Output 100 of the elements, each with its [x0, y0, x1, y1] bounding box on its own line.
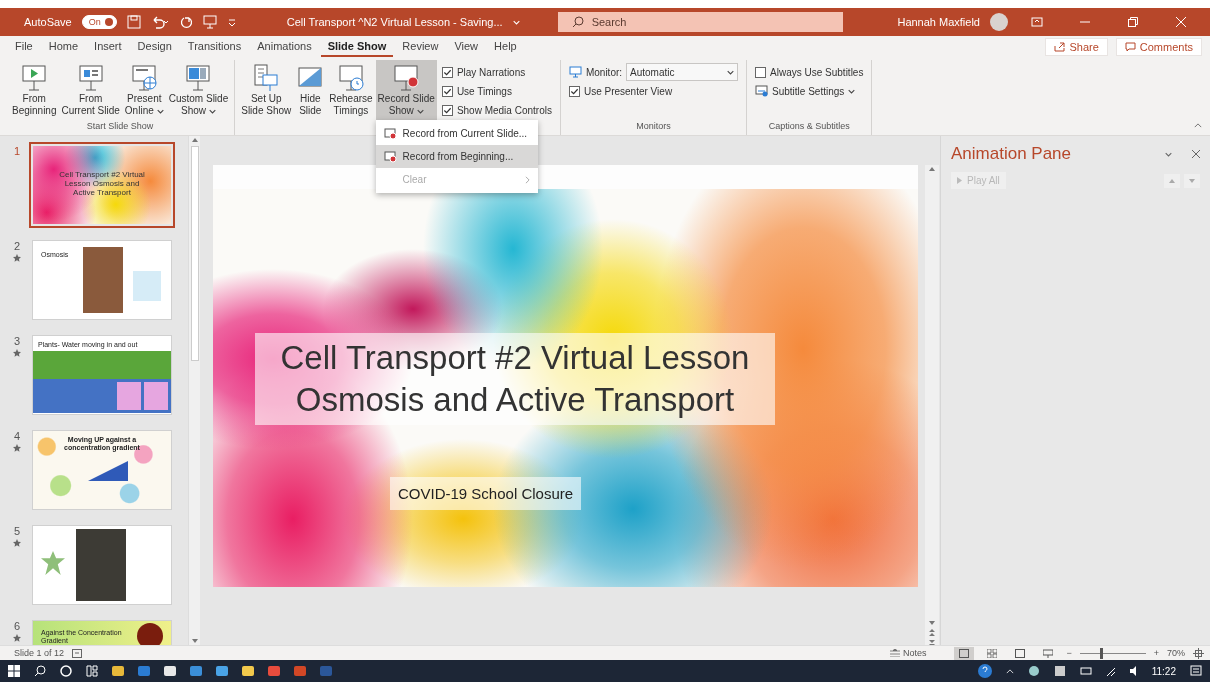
view-icon	[987, 648, 998, 658]
checkbox[interactable]: Use Timings	[441, 83, 552, 99]
monitor-icon	[568, 66, 582, 78]
slide-title: Cell Transport #2 Virtual Lesson	[280, 338, 750, 378]
notes-icon	[889, 649, 900, 657]
move-up-button[interactable]	[1164, 173, 1180, 188]
speaker-icon	[1129, 665, 1138, 677]
notes-button[interactable]: Notes	[889, 648, 927, 658]
redo-icon	[178, 15, 193, 29]
search-icon	[571, 16, 584, 28]
close-icon	[1176, 17, 1186, 27]
tray-app-icon	[1053, 665, 1066, 677]
checkbox[interactable]: Always Use Subtitles	[755, 64, 864, 80]
ribbon-button[interactable]: Record Slide Show	[375, 60, 437, 120]
caret-icon	[512, 19, 520, 25]
comments-button[interactable]: Comments	[1115, 38, 1202, 56]
move-down-button[interactable]	[1184, 173, 1200, 188]
slide-number: 1	[13, 145, 21, 157]
app-icon	[268, 665, 280, 677]
slide-number: 4	[13, 430, 21, 442]
checkbox[interactable]: Play Narrations	[441, 64, 552, 80]
document-title: Cell Transport ^N2 Virtual Lesson - Saving...	[286, 16, 503, 28]
search-field[interactable]: Search	[557, 12, 843, 32]
autosave-toggle[interactable]: On	[81, 15, 117, 29]
avatar[interactable]	[990, 13, 1008, 31]
ribbon-tab[interactable]: Home	[41, 37, 86, 57]
ribbon-button[interactable]: From Beginning	[10, 60, 59, 120]
help-icon	[977, 664, 992, 678]
ribbon-tab[interactable]: File	[8, 37, 40, 57]
slide-title: Osmosis and Active Transport	[295, 380, 735, 420]
ribbon-button[interactable]: Hide Slide	[294, 60, 327, 120]
share-icon	[1054, 42, 1066, 52]
ribbon-tab[interactable]: Help	[487, 37, 524, 57]
share-button[interactable]: Share	[1045, 38, 1108, 56]
view-icon	[1043, 648, 1054, 658]
ribbon-button[interactable]: Custom Slide Show	[166, 60, 231, 120]
ribbon-button[interactable]: From Current Slide	[59, 60, 122, 120]
ribbon-tab[interactable]: Insert	[87, 37, 129, 57]
menu-item[interactable]: Record from Beginning...	[375, 145, 538, 168]
play-icon	[957, 177, 962, 184]
screen-globe-icon	[130, 63, 159, 93]
slide-subtitle: COVID-19 School Closure	[390, 477, 582, 510]
caret-up-icon	[1005, 668, 1014, 674]
previous-slide-icon	[929, 629, 935, 636]
scroll-down-icon	[929, 621, 935, 625]
scrollbar[interactable]	[188, 136, 200, 645]
slider-thumb[interactable]	[1099, 647, 1103, 659]
triangle-up-icon	[1169, 178, 1175, 183]
start-icon	[8, 665, 20, 677]
close-icon	[1192, 150, 1200, 158]
comment-icon	[1124, 42, 1136, 52]
ribbon-tab[interactable]: Transitions	[180, 37, 249, 57]
slide-thumbnail[interactable]: Cell Transport #2 Virtual Lesson Osmosis and Active Transport	[29, 142, 175, 228]
record-slide-icon	[383, 127, 397, 140]
ribbon-tab[interactable]: Design	[130, 37, 179, 57]
ribbon-tab[interactable]: Review	[395, 37, 446, 57]
autosave-label: AutoSave	[24, 16, 72, 28]
monitor-select[interactable]: Automatic	[626, 63, 739, 81]
fit-slide-icon	[1193, 647, 1204, 659]
ribbon-tab[interactable]: Animations	[250, 37, 319, 57]
restore-icon	[1128, 17, 1138, 27]
zoom-out-button[interactable]: −	[1066, 648, 1072, 658]
view-button[interactable]	[954, 646, 975, 660]
view-icon	[959, 648, 970, 658]
check-icon	[569, 86, 579, 96]
ribbon-button[interactable]: Set Up Slide Show	[239, 60, 294, 120]
ribbon-button[interactable]: Rehearse Timings	[327, 60, 375, 120]
screen-play-icon	[20, 63, 49, 93]
collapse-icon	[1194, 123, 1202, 128]
checkbox[interactable]: Use Presenter View	[568, 83, 739, 99]
app-icon	[216, 665, 228, 677]
zoom-percent[interactable]: 70%	[1167, 648, 1185, 658]
zoom-in-button[interactable]: +	[1153, 648, 1159, 658]
app-icon	[294, 665, 306, 677]
customize-icon	[226, 17, 237, 27]
screen-timer-icon	[336, 63, 365, 93]
task-view-icon	[86, 665, 98, 677]
slide-number: 2	[13, 240, 21, 252]
scroll-up-icon	[929, 167, 935, 171]
caret-icon	[727, 69, 735, 75]
ribbon-tab[interactable]: View	[447, 37, 486, 57]
scroll-down-icon	[191, 639, 198, 643]
notification-icon	[1190, 665, 1202, 677]
search-icon	[34, 665, 46, 677]
slide-number: 3	[13, 335, 21, 347]
user-name: Hannah Maxfield	[897, 16, 980, 28]
subtitle-settings-button[interactable]: Subtitle Settings	[755, 83, 864, 99]
group-label: Monitors	[635, 121, 672, 133]
app-icon	[138, 665, 150, 677]
view-icon	[1015, 648, 1026, 658]
checkbox[interactable]: Show Media Controls	[441, 102, 552, 118]
pane-options-icon	[1165, 151, 1172, 157]
menu-item[interactable]: Record from Current Slide...	[375, 122, 538, 145]
ribbon-button[interactable]: Present Online	[122, 60, 166, 120]
pane-title: Animation Pane	[951, 144, 1073, 164]
subtitle-settings-icon	[755, 85, 769, 97]
screen-slide-icon	[76, 63, 105, 93]
slide-thumbnail[interactable]	[32, 525, 172, 605]
app-icon	[320, 665, 332, 677]
screen-slides-icon	[184, 63, 213, 93]
